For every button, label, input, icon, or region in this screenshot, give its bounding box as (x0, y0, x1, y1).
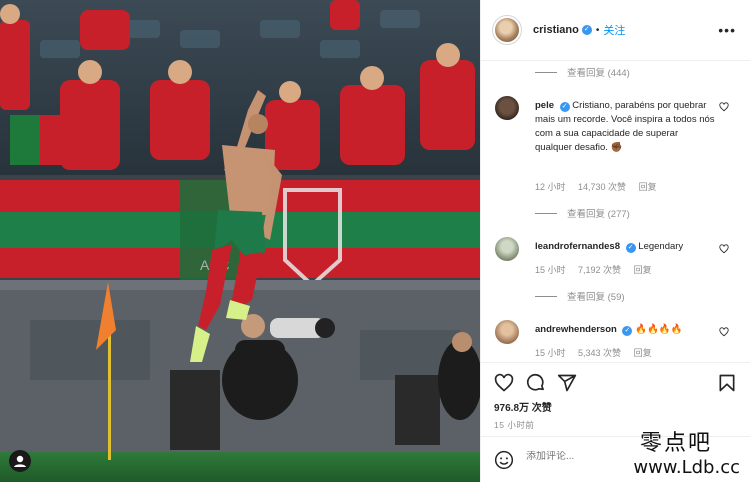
comment-text: Legendary (638, 241, 684, 252)
author-avatar[interactable] (492, 15, 522, 45)
verified-badge-icon: ✓ (581, 25, 592, 35)
site-watermark: 零点吧 www.Ldb.cc (633, 425, 740, 478)
share-icon[interactable] (557, 373, 577, 393)
comment-meta: 12 小时 14,730 次赞 回复 (535, 180, 667, 193)
post-header: cristiano ✓ • 关注 ••• (481, 0, 750, 61)
post-like-count[interactable]: 976.8万 次赞 (494, 399, 552, 414)
comment-item: pele ✓ Cristiano, parabéns por quebrar m… (495, 96, 741, 186)
commenter-username[interactable]: leandrofernandes8 (535, 241, 620, 252)
replies-divider (535, 295, 557, 297)
post-photo[interactable]: ARC (0, 0, 480, 482)
view-replies-label: 查看回复 (59) (567, 292, 625, 303)
heart-icon[interactable] (494, 373, 514, 393)
post-actions: 976.8万 次赞 15 小时前 (481, 362, 750, 432)
comment-meta: 15 小时 5,343 次赞 回复 (535, 346, 662, 359)
view-replies-link[interactable]: 查看回复 (277) (535, 206, 630, 220)
follow-button[interactable]: 关注 (603, 22, 625, 38)
view-replies-label: 查看回复 (277) (567, 209, 630, 220)
comment-body: leandrofernandes8 ✓ Legendary (535, 240, 715, 254)
comment-icon[interactable] (526, 373, 546, 393)
comment-item: leandrofernandes8 ✓ Legendary (495, 237, 741, 265)
comment-likes[interactable]: 14,730 次赞 (578, 182, 626, 192)
comment-reply-button[interactable]: 回复 (634, 265, 652, 275)
verified-badge-icon: ✓ (622, 326, 633, 336)
comment-time: 12 小时 (535, 182, 566, 192)
commenter-username[interactable]: andrewhenderson (535, 324, 617, 335)
verified-badge-icon: ✓ (625, 243, 636, 253)
view-replies-link[interactable]: 查看回复 (444) (535, 65, 630, 79)
comment-likes[interactable]: 5,343 次赞 (578, 348, 621, 358)
commenter-avatar[interactable] (495, 320, 519, 344)
comment-like-heart-icon[interactable] (719, 327, 729, 337)
comment-meta: 15 小时 7,192 次赞 回复 (535, 263, 662, 276)
comment-like-heart-icon[interactable] (719, 244, 729, 254)
tagged-user-icon[interactable] (9, 450, 31, 472)
commenter-avatar[interactable] (495, 96, 519, 120)
comment-time: 15 小时 (535, 348, 566, 358)
stadium-photo: ARC (0, 0, 480, 482)
separator-dot: • (595, 24, 600, 36)
commenter-username[interactable]: pele (535, 100, 554, 111)
view-replies-link[interactable]: 查看回复 (59) (535, 289, 625, 303)
more-options-icon[interactable]: ••• (718, 22, 736, 38)
comment-time: 15 小时 (535, 265, 566, 275)
comment-item: andrewhenderson ✓ 🔥🔥🔥🔥 (495, 320, 741, 348)
verified-badge-icon: ✓ (559, 102, 570, 112)
comment-body: andrewhenderson ✓ 🔥🔥🔥🔥 (535, 323, 715, 337)
comment-body: pele ✓ Cristiano, parabéns por quebrar m… (535, 99, 715, 155)
comment-reply-button[interactable]: 回复 (639, 182, 657, 192)
replies-divider (535, 71, 557, 73)
post-timestamp: 15 小时前 (494, 420, 535, 430)
comment-text: 🔥🔥🔥🔥 (635, 324, 683, 335)
view-replies-label: 查看回复 (444) (567, 68, 630, 79)
bookmark-icon[interactable] (717, 373, 737, 393)
comment-input[interactable] (526, 451, 646, 462)
post-side-panel: cristiano ✓ • 关注 ••• 查看回复 (444) pele ✓ C… (480, 0, 750, 482)
comment-reply-button[interactable]: 回复 (634, 348, 652, 358)
watermark-url: www.Ldb.cc (633, 457, 740, 478)
commenter-avatar[interactable] (495, 237, 519, 261)
watermark-cn: 零点吧 (639, 431, 712, 456)
emoji-icon[interactable] (494, 450, 514, 470)
replies-divider (535, 212, 557, 214)
author-username[interactable]: cristiano (533, 24, 579, 36)
comment-likes[interactable]: 7,192 次赞 (578, 265, 621, 275)
comment-like-heart-icon[interactable] (719, 102, 729, 112)
